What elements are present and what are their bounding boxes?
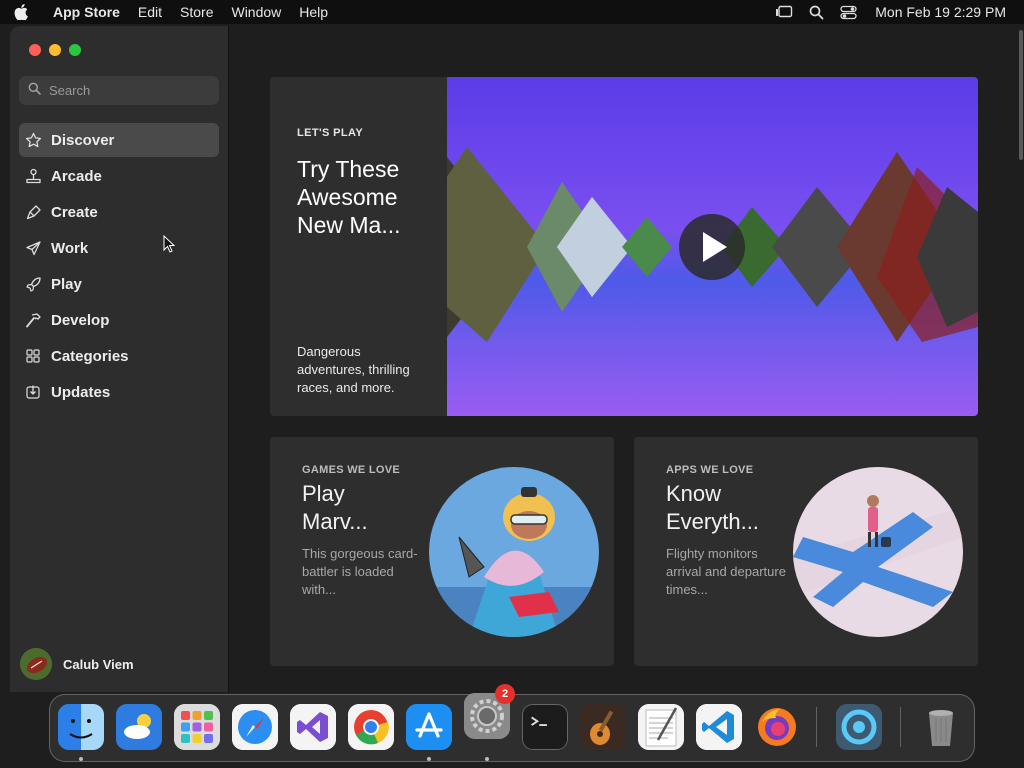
card-description: Flighty monitors arrival and departure t…: [666, 546, 786, 597]
sidebar-item-work[interactable]: Work: [19, 231, 219, 265]
hero-eyebrow: LET'S PLAY: [297, 127, 364, 139]
launchpad-icon[interactable]: [174, 704, 220, 750]
hammer-icon: [24, 311, 42, 329]
menu-help[interactable]: Help: [299, 4, 328, 20]
search-icon: [28, 82, 41, 100]
proxyman-icon[interactable]: [836, 704, 882, 750]
card-eyebrow: APPS WE LOVE: [666, 464, 754, 476]
vscode-icon[interactable]: [696, 704, 742, 750]
settings-notification-badge: 2: [495, 684, 515, 704]
apple-menu-icon[interactable]: [14, 4, 42, 20]
sidebar-item-label: Categories: [51, 347, 129, 365]
menu-bar: App Store Edit Store Window Help Mon Feb…: [0, 0, 1024, 24]
app-store-icon[interactable]: [406, 704, 452, 750]
safari-icon[interactable]: [232, 704, 278, 750]
sidebar-item-label: Updates: [51, 383, 111, 401]
search-input[interactable]: [49, 83, 209, 98]
brush-icon: [24, 203, 42, 221]
minimize-button[interactable]: [49, 44, 61, 56]
dock: [49, 693, 975, 762]
sidebar-item-label: Play: [51, 275, 82, 293]
paper-plane-icon: [24, 239, 42, 257]
app-artwork: [793, 467, 963, 637]
user-name: Calub Viem: [63, 656, 134, 672]
star-icon: [24, 131, 42, 149]
sidebar-item-develop[interactable]: Develop: [19, 303, 219, 337]
card-title: Know Everyth...: [666, 481, 759, 534]
card-eyebrow: GAMES WE LOVE: [302, 464, 401, 476]
stage-manager-icon[interactable]: [775, 5, 793, 19]
sidebar-item-label: Develop: [51, 311, 110, 329]
status-area: Mon Feb 19 2:29 PM: [759, 4, 1006, 20]
sidebar-item-play[interactable]: Play: [19, 267, 219, 301]
terminal-icon[interactable]: [522, 704, 568, 750]
sidebar-item-label: Discover: [51, 131, 115, 149]
main-content: LET'S PLAY Try These Awesome New Ma... D…: [230, 26, 1024, 692]
featured-hero-card[interactable]: LET'S PLAY Try These Awesome New Ma... D…: [270, 77, 978, 416]
apps-we-love-card[interactable]: APPS WE LOVE Know Everyth... Flighty mon…: [634, 437, 978, 666]
menu-edit[interactable]: Edit: [138, 4, 162, 20]
game-artwork: [429, 467, 599, 637]
visual-studio-icon[interactable]: [290, 704, 336, 750]
zoom-button[interactable]: [69, 44, 81, 56]
search-field[interactable]: [19, 76, 219, 105]
app-store-window: Discover Arcade Create Work: [10, 26, 1024, 692]
finder-icon[interactable]: [58, 704, 104, 750]
mouse-cursor-icon: [163, 235, 175, 253]
close-button[interactable]: [29, 44, 41, 56]
hero-description: Dangerous adventures, thrilling races, a…: [297, 344, 410, 395]
grid-icon: [24, 347, 42, 365]
rocket-icon: [24, 275, 42, 293]
scrollbar[interactable]: [1017, 26, 1024, 692]
spotlight-search-icon[interactable]: [809, 5, 824, 20]
sidebar: Discover Arcade Create Work: [10, 26, 229, 692]
hero-artwork: [447, 77, 978, 416]
textedit-icon[interactable]: [638, 704, 684, 750]
user-account[interactable]: Calub Viem: [20, 648, 134, 680]
hero-title: Try These Awesome New Ma...: [297, 156, 401, 238]
window-controls: [29, 44, 81, 56]
sidebar-item-discover[interactable]: Discover: [19, 123, 219, 157]
games-we-love-card[interactable]: GAMES WE LOVE Play Marv... This gorgeous…: [270, 437, 614, 666]
trash-icon[interactable]: [918, 704, 964, 750]
sidebar-item-create[interactable]: Create: [19, 195, 219, 229]
weather-icon[interactable]: [116, 704, 162, 750]
card-title: Play Marv...: [302, 481, 368, 534]
sidebar-item-arcade[interactable]: Arcade: [19, 159, 219, 193]
sidebar-item-categories[interactable]: Categories: [19, 339, 219, 373]
joystick-icon: [24, 167, 42, 185]
menu-app-store[interactable]: App Store: [53, 4, 120, 20]
menu-store[interactable]: Store: [180, 4, 213, 20]
chrome-icon[interactable]: [348, 704, 394, 750]
sidebar-item-updates[interactable]: Updates: [19, 375, 219, 409]
sidebar-item-label: Work: [51, 239, 89, 257]
card-description: This gorgeous card-battler is loaded wit…: [302, 546, 418, 597]
download-icon: [24, 383, 42, 401]
sidebar-nav: Discover Arcade Create Work Play Develop…: [19, 123, 219, 411]
firefox-icon[interactable]: [754, 704, 800, 750]
control-center-icon[interactable]: [840, 5, 857, 20]
menu-clock[interactable]: Mon Feb 19 2:29 PM: [875, 4, 1006, 20]
menu-window[interactable]: Window: [231, 4, 281, 20]
avatar: [20, 648, 52, 680]
sidebar-item-label: Create: [51, 203, 98, 221]
sidebar-item-label: Arcade: [51, 167, 102, 185]
garageband-icon[interactable]: [580, 704, 626, 750]
